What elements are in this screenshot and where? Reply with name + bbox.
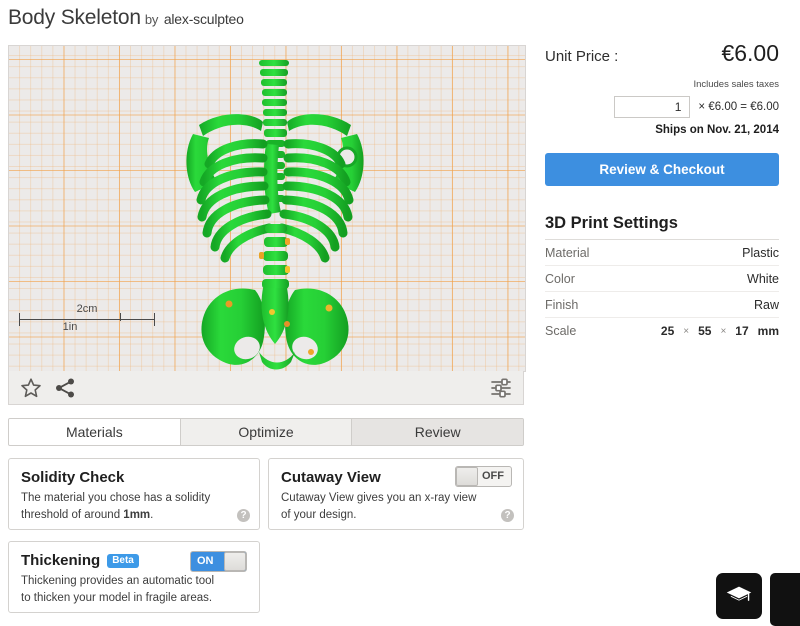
model-title: Body Skeleton: [8, 6, 141, 29]
scale-z-value: 17: [735, 324, 748, 338]
graduation-cap-icon: [725, 582, 753, 610]
thickening-toggle-knob: [224, 552, 246, 571]
unit-price-row: Unit Price : €6.00: [545, 40, 779, 67]
scale-values: 25 × 55 × 17 mm: [661, 324, 779, 338]
beta-badge: Beta: [107, 554, 139, 568]
price-calculation: × €6.00 = €6.00: [698, 101, 779, 113]
options-tabs: Materials Optimize Review: [8, 418, 524, 446]
quantity-row: × €6.00 = €6.00: [545, 96, 779, 118]
setting-label-color: Color: [545, 272, 575, 286]
review-checkout-button[interactable]: Review & Checkout: [545, 153, 779, 186]
skeleton-3d-model[interactable]: [159, 52, 389, 372]
thickening-title-label: Thickening: [21, 552, 100, 569]
share-icon[interactable]: [53, 376, 77, 400]
viewer-toolbar: [8, 371, 524, 405]
scale-unit: mm: [758, 324, 779, 338]
scale-x-value: 25: [661, 324, 674, 338]
setting-label-finish: Finish: [545, 298, 578, 312]
byline-label: by: [145, 12, 158, 27]
help-icon[interactable]: ?: [237, 509, 250, 522]
setting-label-material: Material: [545, 246, 589, 260]
setting-row-color[interactable]: Color White: [545, 266, 779, 292]
setting-row-scale[interactable]: Scale 25 × 55 × 17 mm: [545, 318, 779, 343]
sales-taxes-note: Includes sales taxes: [545, 79, 779, 90]
solidity-text-before: The material you chose has a solidity th…: [21, 492, 210, 521]
unit-price-label: Unit Price :: [545, 48, 618, 65]
sliders-icon[interactable]: [489, 376, 513, 400]
cutaway-toggle-knob: [456, 467, 478, 486]
solidity-check-description: The material you chose has a solidity th…: [21, 490, 226, 523]
page-title: Body Skeleton by alex-sculpteo: [8, 6, 244, 30]
setting-row-finish[interactable]: Finish Raw: [545, 292, 779, 318]
thickening-toggle-label: ON: [197, 552, 214, 571]
solidity-check-card: Solidity Check The material you chose ha…: [8, 458, 260, 530]
solidity-check-title: Solidity Check: [21, 469, 247, 486]
quantity-input[interactable]: [614, 96, 690, 118]
cutaway-toggle[interactable]: OFF: [455, 466, 512, 487]
setting-label-scale: Scale: [545, 324, 576, 338]
purchase-sidebar: Unit Price : €6.00 Includes sales taxes …: [545, 40, 779, 343]
setting-row-material[interactable]: Material Plastic: [545, 240, 779, 266]
graduation-cap-badge[interactable]: [716, 573, 762, 619]
setting-value-color: White: [747, 272, 779, 286]
setting-value-material: Plastic: [742, 246, 779, 260]
model-viewer[interactable]: 2cm 1in Too thin Looks good: [8, 45, 526, 372]
setting-value-finish: Raw: [754, 298, 779, 312]
cutaway-view-description: Cutaway View gives you an x-ray view of …: [281, 490, 486, 523]
unit-price-value: €6.00: [721, 40, 779, 67]
thickening-description: Thickening provides an automatic tool to…: [21, 573, 226, 606]
solidity-text-after: .: [150, 509, 153, 521]
shipping-date: Ships on Nov. 21, 2014: [545, 124, 779, 136]
tab-review[interactable]: Review: [352, 419, 523, 445]
scale-multiply-2: ×: [720, 326, 726, 337]
author-link[interactable]: alex-sculpteo: [164, 11, 244, 27]
solidity-threshold-value: 1mm: [123, 509, 150, 521]
tab-optimize[interactable]: Optimize: [181, 419, 353, 445]
scale-multiply-1: ×: [683, 326, 689, 337]
cutaway-toggle-label: OFF: [482, 467, 504, 486]
thickening-toggle[interactable]: ON: [190, 551, 247, 572]
help-icon[interactable]: ?: [501, 509, 514, 522]
print-settings-title: 3D Print Settings: [545, 214, 779, 240]
scale-y-value: 55: [698, 324, 711, 338]
tab-materials[interactable]: Materials: [9, 419, 181, 445]
overlay-panel: [770, 573, 800, 626]
star-icon[interactable]: [19, 376, 43, 400]
